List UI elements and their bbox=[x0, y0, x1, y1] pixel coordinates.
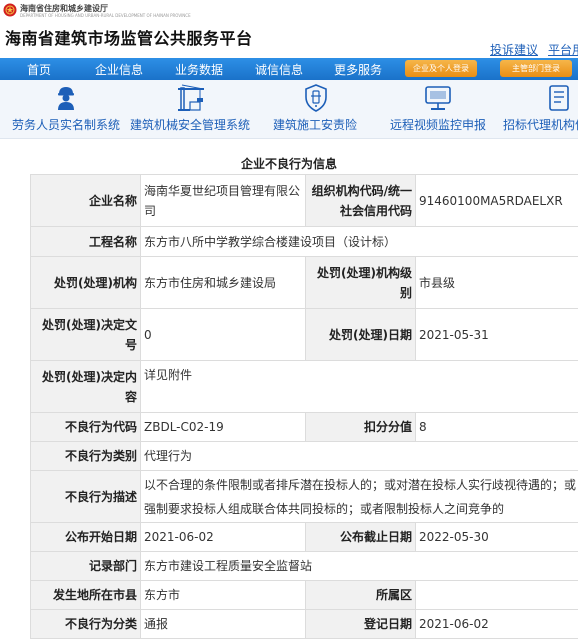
nav-item-company[interactable]: 企业信息 bbox=[95, 61, 143, 78]
system-label: 建筑施工安责险 bbox=[273, 118, 358, 132]
top-links: 投诉建议平台用 bbox=[490, 41, 578, 58]
description-label: 不良行为描述 bbox=[30, 470, 141, 523]
system-video[interactable]: 远程视频监控申报 bbox=[388, 80, 488, 138]
document-icon bbox=[549, 85, 569, 111]
violation-record-table: 企业名称 海南华夏世纪项目管理有限公司 组织机构代码/统一社会信用代码 9146… bbox=[30, 174, 578, 639]
classification-value: 通报 bbox=[140, 609, 306, 639]
table-row: 处罚(处理)决定内容 详见附件 bbox=[30, 360, 578, 413]
decision-no-label: 处罚(处理)决定文号 bbox=[30, 308, 141, 361]
decision-content-label: 处罚(处理)决定内容 bbox=[30, 360, 141, 413]
system-label: 建筑机械安全管理系统 bbox=[130, 118, 251, 132]
city-label: 发生地所在市县 bbox=[30, 580, 141, 610]
agency-level-label: 处罚(处理)机构级别 bbox=[305, 256, 416, 309]
system-insurance[interactable]: 建筑施工安责险 bbox=[270, 80, 360, 138]
category-value: 代理行为 bbox=[140, 441, 578, 471]
table-row: 处罚(处理)决定文号 0 处罚(处理)日期 2021-05-31 bbox=[30, 308, 578, 361]
agency-level-value: 市县级 bbox=[415, 256, 578, 309]
nav-item-business[interactable]: 业务数据 bbox=[175, 61, 223, 78]
table-row: 不良行为描述 以不合理的条件限制或者排斥潜在投标人的；或对潜在投标人实行歧视待遇… bbox=[30, 470, 578, 523]
table-row: 处罚(处理)机构 东方市住房和城乡建设局 处罚(处理)机构级别 市县级 bbox=[30, 256, 578, 309]
table-row: 发生地所在市县 东方市 所属区 bbox=[30, 580, 578, 610]
system-labor[interactable]: 劳务人员实名制系统 bbox=[8, 80, 122, 138]
publish-start-value: 2021-06-02 bbox=[140, 522, 306, 552]
worker-icon bbox=[58, 87, 74, 110]
register-date-label: 登记日期 bbox=[305, 609, 416, 639]
org-code-value: 91460100MA5RDAELXR bbox=[415, 174, 578, 227]
system-label: 招标代理机构信 bbox=[503, 118, 578, 132]
system-agency[interactable]: 招标代理机构信 bbox=[500, 80, 578, 138]
admin-login-button[interactable]: 主管部门登录 bbox=[500, 60, 572, 77]
site-title: 海南省建筑市场监管公共服务平台 bbox=[5, 29, 253, 48]
nav-item-credit[interactable]: 诚信信息 bbox=[255, 61, 303, 78]
classification-label: 不良行为分类 bbox=[30, 609, 141, 639]
table-row: 公布开始日期 2021-06-02 公布截止日期 2022-05-30 bbox=[30, 522, 578, 552]
city-value: 东方市 bbox=[140, 580, 306, 610]
behavior-code-value: ZBDL-C02-19 bbox=[140, 412, 306, 442]
decision-date-label: 处罚(处理)日期 bbox=[305, 308, 416, 361]
district-label: 所属区 bbox=[305, 580, 416, 610]
system-bar: 劳务人员实名制系统 建筑机械安全管理系统 建筑施工安责险 远程视频监控申报 招标… bbox=[0, 80, 578, 139]
decision-no-value: 0 bbox=[140, 308, 306, 361]
project-value: 东方市八所中学教学综合楼建设项目（设计标） bbox=[140, 226, 578, 257]
national-emblem-icon bbox=[3, 3, 17, 17]
company-name-label: 企业名称 bbox=[30, 174, 141, 227]
system-machinery[interactable]: 建筑机械安全管理系统 bbox=[128, 80, 252, 138]
department-name-en: DEPARTMENT OF HOUSING AND URBAN-RURAL DE… bbox=[20, 13, 191, 18]
category-label: 不良行为类别 bbox=[30, 441, 141, 471]
decision-content-value: 详见附件 bbox=[140, 360, 578, 413]
nav-item-home[interactable]: 首页 bbox=[27, 61, 51, 78]
decision-date-value: 2021-05-31 bbox=[415, 308, 578, 361]
project-label: 工程名称 bbox=[30, 226, 141, 257]
nav-item-more[interactable]: 更多服务 bbox=[334, 61, 382, 78]
system-label: 劳务人员实名制系统 bbox=[12, 118, 121, 132]
platform-link[interactable]: 平台用 bbox=[548, 43, 578, 57]
publish-start-label: 公布开始日期 bbox=[30, 522, 141, 552]
section-title: 企业不良行为信息 bbox=[240, 157, 337, 171]
score-value: 8 bbox=[415, 412, 578, 442]
shield-icon bbox=[305, 84, 327, 112]
agency-value: 东方市住房和城乡建设局 bbox=[140, 256, 306, 309]
top-header: 海南省住房和城乡建设厅 DEPARTMENT OF HOUSING AND UR… bbox=[0, 0, 578, 22]
score-label: 扣分分值 bbox=[305, 412, 416, 442]
monitor-icon bbox=[425, 86, 451, 110]
publish-end-value: 2022-05-30 bbox=[415, 522, 578, 552]
register-date-value: 2021-06-02 bbox=[415, 609, 578, 639]
publish-end-label: 公布截止日期 bbox=[305, 522, 416, 552]
table-row: 不良行为分类 通报 登记日期 2021-06-02 bbox=[30, 609, 578, 639]
description-value: 以不合理的条件限制或者排斥潜在投标人的；或对潜在投标人实行歧视待遇的；或强制要求… bbox=[140, 470, 578, 523]
behavior-code-label: 不良行为代码 bbox=[30, 412, 141, 442]
district-value bbox=[415, 580, 578, 610]
table-row: 工程名称 东方市八所中学教学综合楼建设项目（设计标） bbox=[30, 226, 578, 257]
org-code-label: 组织机构代码/统一社会信用代码 bbox=[305, 174, 416, 227]
record-dept-label: 记录部门 bbox=[30, 551, 141, 581]
table-row: 记录部门 东方市建设工程质量安全监督站 bbox=[30, 551, 578, 581]
complaint-link[interactable]: 投诉建议 bbox=[490, 43, 538, 57]
main-nav: 首页 企业信息 业务数据 诚信信息 更多服务 企业及个人登录 主管部门登录 bbox=[0, 58, 578, 80]
table-row: 不良行为代码 ZBDL-C02-19 扣分分值 8 bbox=[30, 412, 578, 442]
crane-icon bbox=[178, 84, 204, 111]
record-dept-value: 东方市建设工程质量安全监督站 bbox=[140, 551, 578, 581]
company-name-value: 海南华夏世纪项目管理有限公司 bbox=[140, 174, 306, 227]
company-login-button[interactable]: 企业及个人登录 bbox=[405, 60, 477, 77]
agency-label: 处罚(处理)机构 bbox=[30, 256, 141, 309]
table-row: 企业名称 海南华夏世纪项目管理有限公司 组织机构代码/统一社会信用代码 9146… bbox=[30, 174, 578, 227]
system-label: 远程视频监控申报 bbox=[390, 118, 487, 132]
table-row: 不良行为类别 代理行为 bbox=[30, 441, 578, 471]
